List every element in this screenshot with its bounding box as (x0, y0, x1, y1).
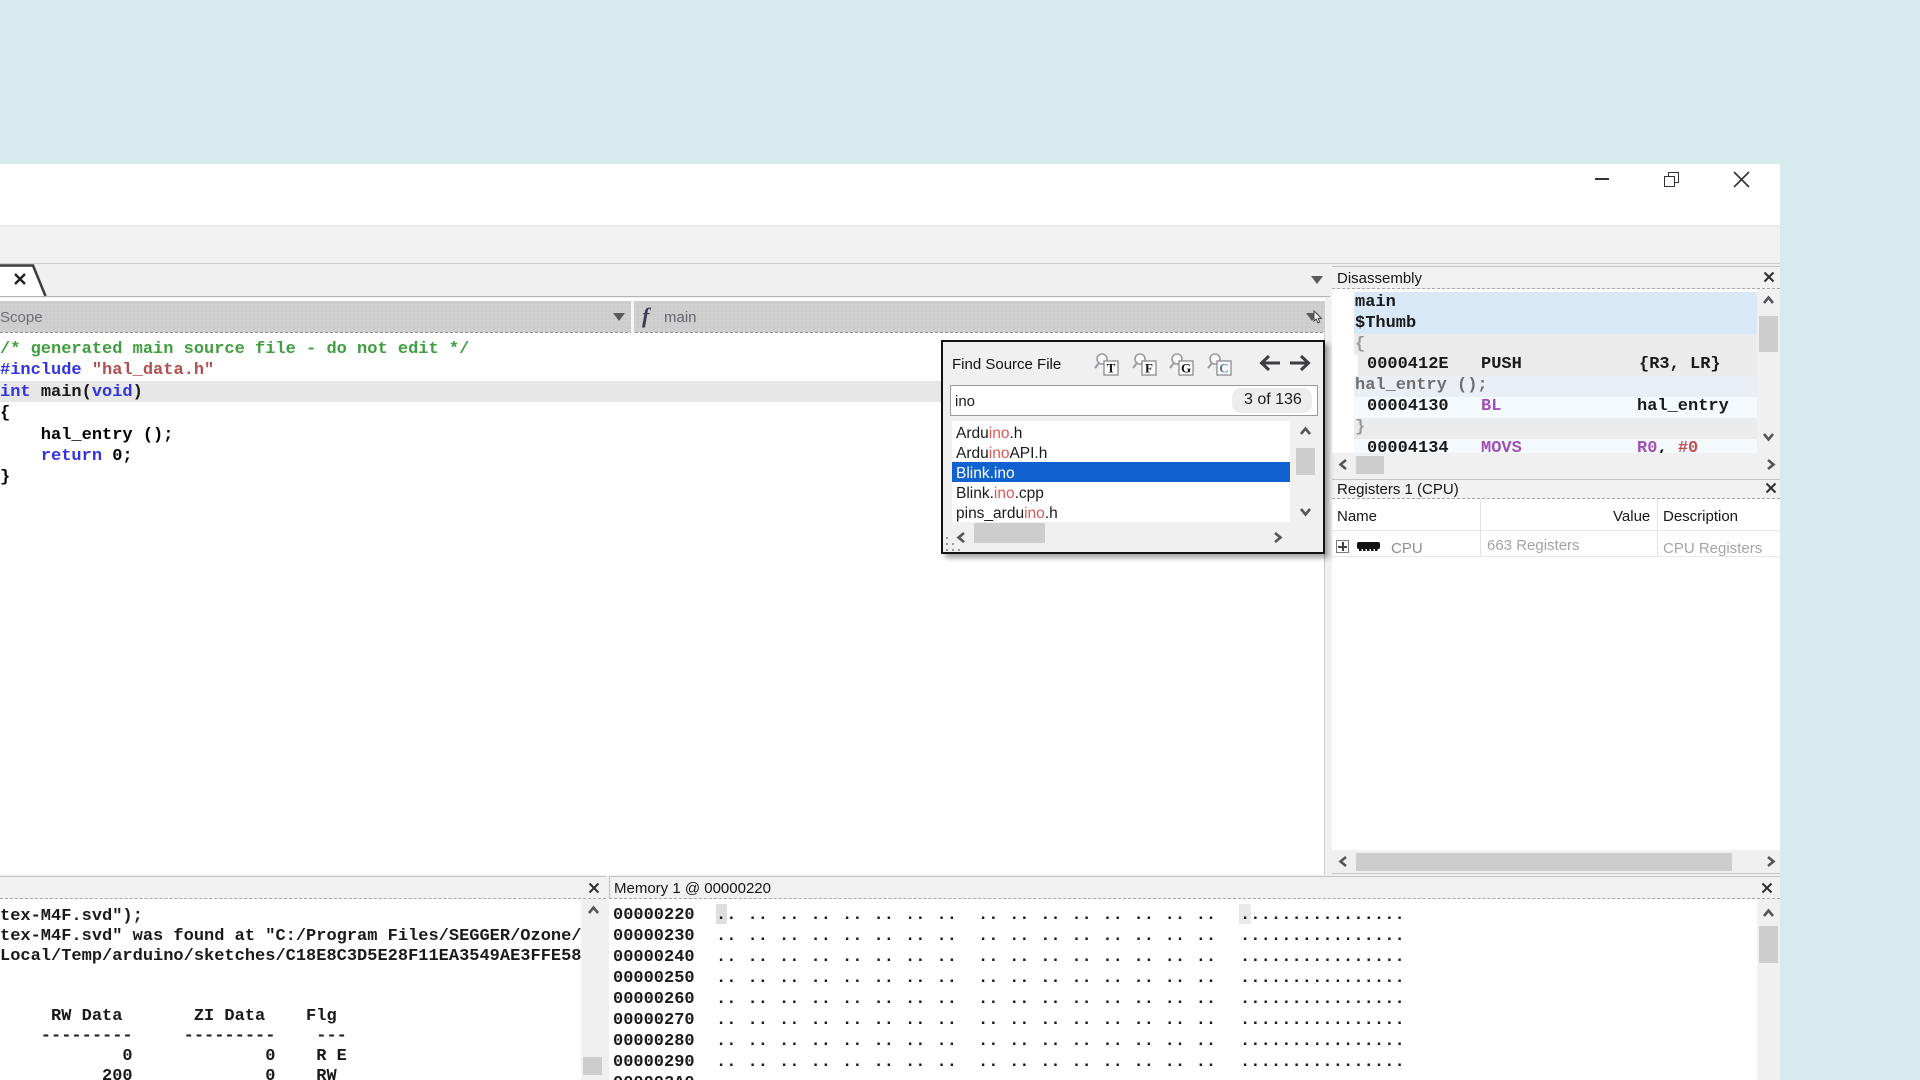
svg-text:T: T (1107, 361, 1116, 376)
svg-text:G: G (1181, 361, 1191, 376)
svg-text:C: C (1219, 361, 1228, 376)
svg-text:F: F (1145, 361, 1153, 376)
